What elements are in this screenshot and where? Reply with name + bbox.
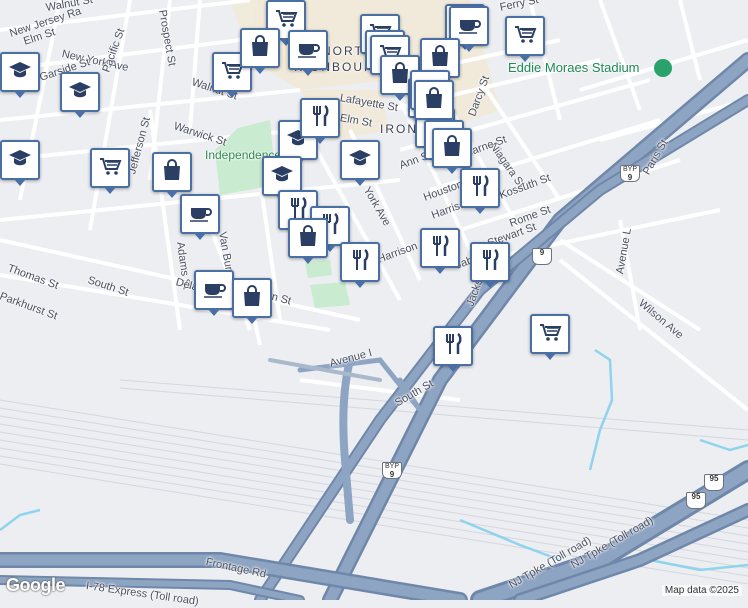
- school-icon: [347, 145, 373, 176]
- cafe-icon: [201, 275, 227, 306]
- shopping-pin[interactable]: [414, 80, 454, 126]
- shopping-icon: [421, 85, 447, 116]
- route-shield: BYP 9: [382, 462, 402, 479]
- shield-number: 9: [389, 470, 395, 479]
- grocery-icon: [512, 21, 538, 52]
- school-icon: [67, 77, 93, 108]
- shopping-icon: [295, 223, 321, 254]
- grocery-icon: [537, 319, 563, 350]
- route-shield: 9: [532, 248, 552, 265]
- shield-number: 9: [539, 248, 545, 257]
- shopping-icon: [239, 283, 265, 314]
- shield-number: 95: [691, 492, 701, 501]
- shopping-icon: [159, 157, 185, 188]
- shopping-icon: [439, 133, 465, 164]
- grocery-icon: [97, 153, 123, 184]
- school-pin[interactable]: [340, 140, 380, 186]
- school-icon: [269, 161, 295, 192]
- school-icon: [7, 145, 33, 176]
- route-shield: 95: [686, 492, 706, 509]
- route-shield: 95: [704, 474, 724, 491]
- shopping-icon: [247, 33, 273, 64]
- shield-number: 9: [627, 173, 633, 182]
- school-pin[interactable]: [0, 52, 40, 98]
- cafe-icon: [456, 11, 482, 42]
- restaurant-pin[interactable]: [300, 98, 340, 144]
- map-attribution[interactable]: Map data ©2025: [661, 585, 742, 596]
- route-shield: BYP 9: [620, 165, 640, 182]
- school-pin[interactable]: [0, 140, 40, 186]
- cafe-pin[interactable]: [194, 270, 234, 316]
- cafe-icon: [187, 199, 213, 230]
- google-logo[interactable]: Google: [6, 575, 66, 596]
- shopping-pin[interactable]: [288, 218, 328, 264]
- restaurant-pin[interactable]: [433, 326, 473, 372]
- cafe-pin[interactable]: [180, 194, 220, 240]
- map-canvas[interactable]: [0, 0, 748, 600]
- restaurant-icon: [427, 233, 453, 264]
- shopping-pin[interactable]: [240, 28, 280, 74]
- shopping-pin[interactable]: [152, 152, 192, 198]
- restaurant-icon: [477, 247, 503, 278]
- school-icon: [7, 57, 33, 88]
- grocery-pin[interactable]: [505, 16, 545, 62]
- restaurant-icon: [467, 173, 493, 204]
- landmark-label: Eddie Moraes Stadium: [508, 60, 640, 75]
- shopping-icon: [427, 43, 453, 74]
- restaurant-icon: [347, 247, 373, 278]
- shopping-pin[interactable]: [232, 278, 272, 324]
- restaurant-pin[interactable]: [420, 228, 460, 274]
- school-pin[interactable]: [60, 72, 100, 118]
- stadium-icon: [654, 59, 672, 77]
- restaurant-icon: [307, 103, 333, 134]
- restaurant-pin[interactable]: [460, 168, 500, 214]
- cafe-icon: [295, 35, 321, 66]
- grocery-pin[interactable]: [530, 314, 570, 360]
- restaurant-pin[interactable]: [340, 242, 380, 288]
- grocery-pin[interactable]: [90, 148, 130, 194]
- restaurant-icon: [440, 331, 466, 362]
- restaurant-pin[interactable]: [470, 242, 510, 288]
- neighborhood-label: IRON: [380, 122, 418, 136]
- shopping-pin[interactable]: [432, 128, 472, 174]
- cafe-pin[interactable]: [288, 30, 328, 76]
- shield-number: 95: [709, 474, 719, 483]
